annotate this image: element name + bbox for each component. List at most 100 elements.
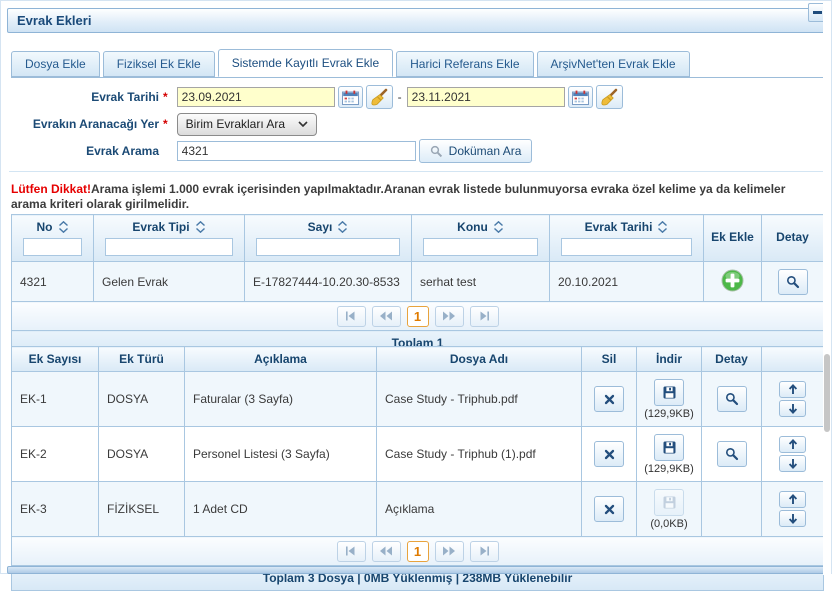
pagination-next-button[interactable] xyxy=(435,541,464,562)
broom-icon xyxy=(600,88,619,107)
pager-last-icon xyxy=(477,311,491,321)
add-attachment-button[interactable] xyxy=(721,269,744,292)
filter-evrak-tarihi-input[interactable] xyxy=(561,238,692,256)
delete-attachment-button[interactable] xyxy=(594,496,624,522)
date-range-label: Evrak Tarihi xyxy=(1,90,159,104)
sort-header-konu[interactable]: Konu xyxy=(415,220,546,234)
pagination-next-button[interactable] xyxy=(435,306,464,327)
pager-next-icon xyxy=(442,311,456,321)
attachments-header-row: Ek Sayısı Ek Türü Açıklama Dosya Adı Sil… xyxy=(12,347,824,372)
date-from-input[interactable] xyxy=(177,87,335,107)
attachment-file: Case Study - Triphub.pdf xyxy=(377,372,582,427)
tab-sistemde-kayitli-evrak-ekle[interactable]: Sistemde Kayıtlı Evrak Ekle xyxy=(218,49,393,77)
pager-last-icon xyxy=(477,546,491,556)
panel-titlebar: Evrak Ekleri xyxy=(7,8,827,33)
filter-no-input[interactable] xyxy=(23,238,82,256)
document-search-input[interactable] xyxy=(177,141,416,161)
attachments-table: Ek Sayısı Ek Türü Açıklama Dosya Adı Sil… xyxy=(11,346,824,591)
search-location-select[interactable]: Birim Evrakları Ara xyxy=(177,113,317,136)
arrow-down-icon xyxy=(788,513,798,524)
header-detay2: Detay xyxy=(702,347,762,372)
document-search-button-label: Doküman Ara xyxy=(449,144,522,158)
results-table: No Evrak Tipi Sayı xyxy=(11,214,824,356)
filter-evrak-tipi-input[interactable] xyxy=(105,238,233,256)
filter-konu-input[interactable] xyxy=(423,238,538,256)
date-from-calendar-button[interactable] xyxy=(338,86,363,108)
attachment-desc: Faturalar (3 Sayfa) xyxy=(185,372,377,427)
attachment-detail-button[interactable] xyxy=(717,386,747,412)
move-up-button[interactable] xyxy=(779,491,806,508)
tab-dosya-ekle[interactable]: Dosya Ekle xyxy=(11,51,100,77)
date-to-input[interactable] xyxy=(407,87,565,107)
sort-icon xyxy=(493,221,504,233)
tab-arsivnetten-evrak-ekle[interactable]: ArşivNet'ten Evrak Ekle xyxy=(537,51,690,77)
delete-attachment-button[interactable] xyxy=(594,441,624,467)
arrow-up-icon xyxy=(788,494,798,505)
results-header-row: No Evrak Tipi Sayı xyxy=(12,215,824,262)
pagination-current-page[interactable]: 1 xyxy=(407,306,429,327)
plus-icon xyxy=(721,269,744,292)
document-search-button[interactable]: Doküman Ara xyxy=(419,139,533,163)
attachment-type: FİZİKSEL xyxy=(99,482,185,537)
sort-header-evrak-tarihi[interactable]: Evrak Tarihi xyxy=(553,220,700,234)
search-icon xyxy=(430,145,443,158)
attachment-type: DOSYA xyxy=(99,372,185,427)
header-ek-turu: Ek Türü xyxy=(99,347,185,372)
date-range-separator: - xyxy=(398,90,402,104)
download-attachment-button[interactable] xyxy=(654,434,684,461)
calendar-icon xyxy=(342,90,359,105)
chevron-down-icon xyxy=(298,121,308,127)
search-location-selected-value: Birim Evrakları Ara xyxy=(186,117,298,131)
broom-icon xyxy=(370,88,389,107)
pagination-first-button[interactable] xyxy=(337,306,366,327)
attachment-size-label: (129,9KB) xyxy=(639,408,699,420)
sort-icon xyxy=(657,221,668,233)
download-attachment-button[interactable] xyxy=(654,379,684,406)
pagination-last-button[interactable] xyxy=(470,306,499,327)
move-down-button[interactable] xyxy=(779,510,806,527)
pagination-prev-button[interactable] xyxy=(372,541,401,562)
calendar-icon xyxy=(572,90,589,105)
header-detay: Detay xyxy=(762,215,824,262)
floppy-disk-icon xyxy=(663,386,676,399)
filter-sayi-input[interactable] xyxy=(256,238,400,256)
scrollbar-thumb[interactable] xyxy=(824,354,830,432)
x-icon xyxy=(604,504,615,515)
attachment-no: EK-2 xyxy=(12,427,99,482)
attachment-size-label: (0,0KB) xyxy=(639,518,699,530)
sort-header-no[interactable]: No xyxy=(15,220,90,234)
attachment-detail-button[interactable] xyxy=(717,441,747,467)
magnifier-icon xyxy=(725,447,739,461)
header-ek-sayisi: Ek Sayısı xyxy=(12,347,99,372)
result-detail-button[interactable] xyxy=(778,269,808,295)
header-reorder xyxy=(762,347,824,372)
x-icon xyxy=(604,449,615,460)
delete-attachment-button[interactable] xyxy=(594,386,624,412)
magnifier-icon xyxy=(725,392,739,406)
move-up-button[interactable] xyxy=(779,436,806,453)
pagination-current-page[interactable]: 1 xyxy=(407,541,429,562)
tab-fiziksel-ek-ekle[interactable]: Fiziksel Ek Ekle xyxy=(103,51,215,77)
tab-harici-referans-ekle[interactable]: Harici Referans Ekle xyxy=(396,51,533,77)
attachments-pagination: 1 xyxy=(337,541,499,562)
attachment-desc: Personel Listesi (3 Sayfa) xyxy=(185,427,377,482)
result-evrak-tarihi: 20.10.2021 xyxy=(550,262,704,302)
header-dosya-adi: Dosya Adı xyxy=(377,347,582,372)
move-up-button[interactable] xyxy=(779,381,806,398)
arrow-up-icon xyxy=(788,384,798,395)
move-down-button[interactable] xyxy=(779,455,806,472)
sort-header-evrak-tipi[interactable]: Evrak Tipi xyxy=(97,220,241,234)
download-attachment-button-disabled xyxy=(654,489,684,516)
date-from-clear-button[interactable] xyxy=(366,85,393,109)
move-down-button[interactable] xyxy=(779,400,806,417)
pagination-first-button[interactable] xyxy=(337,541,366,562)
date-to-clear-button[interactable] xyxy=(596,85,623,109)
table-row: EK-3 FİZİKSEL 1 Adet CD Açıklama xyxy=(12,482,824,537)
pagination-prev-button[interactable] xyxy=(372,306,401,327)
required-asterisk: * xyxy=(163,90,168,104)
scrollbar-track[interactable] xyxy=(823,1,831,575)
attachment-no: EK-1 xyxy=(12,372,99,427)
pagination-last-button[interactable] xyxy=(470,541,499,562)
date-to-calendar-button[interactable] xyxy=(568,86,593,108)
sort-header-sayi[interactable]: Sayı xyxy=(248,220,408,234)
